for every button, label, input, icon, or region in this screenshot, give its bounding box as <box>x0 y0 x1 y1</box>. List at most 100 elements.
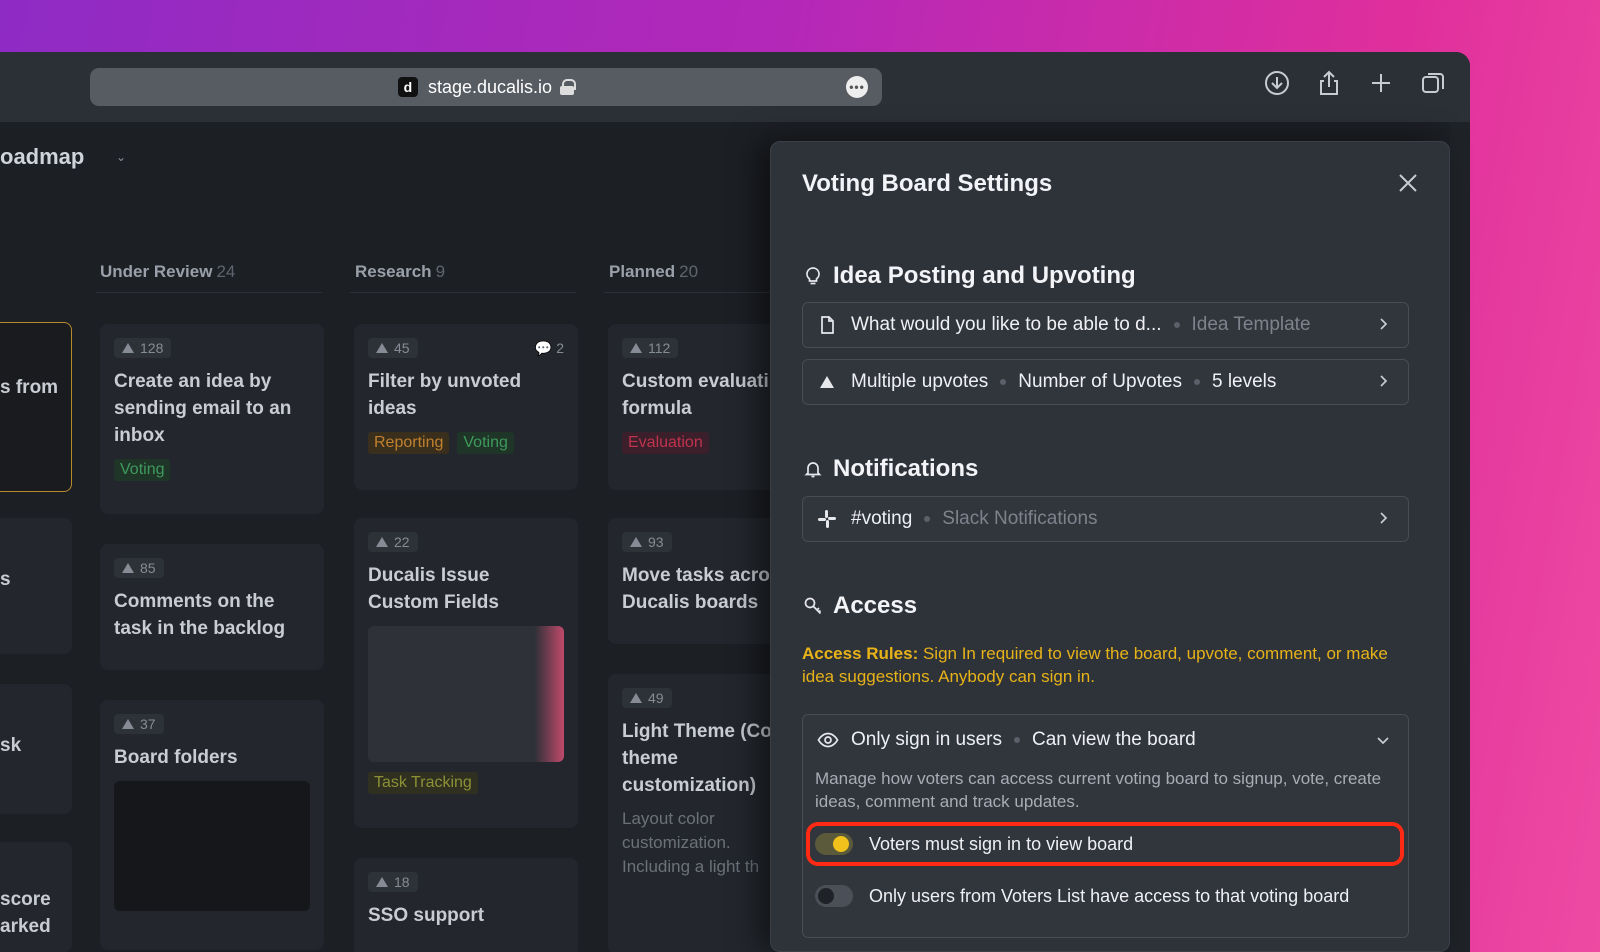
access-level-select[interactable]: Only sign in users Can view the board <box>817 725 1394 755</box>
select-label: Can view the board <box>1032 729 1196 750</box>
voters-list-only-toggle[interactable] <box>815 885 853 907</box>
tag: Evaluation <box>622 432 709 454</box>
chevron-down-icon[interactable]: ⌄ <box>116 150 126 164</box>
upvote-icon <box>122 563 134 573</box>
bell-icon <box>804 462 822 478</box>
comments-count: 💬 2 <box>534 340 564 356</box>
download-icon[interactable] <box>1264 70 1290 96</box>
chevron-right-icon <box>1380 318 1388 330</box>
card-title: Ducalis Issue Custom Fields <box>368 565 499 613</box>
chevron-down-icon <box>1377 737 1389 745</box>
upvote-badge[interactable]: 85 <box>114 558 164 578</box>
separator-dot <box>1014 737 1021 743</box>
separator-dot <box>1173 322 1180 328</box>
slack-notifications-row[interactable]: #voting Slack Notifications <box>802 496 1409 542</box>
eye-icon <box>817 732 839 748</box>
card-title: Comments on the task in the backlog <box>114 591 286 639</box>
upvote-icon <box>122 343 134 353</box>
column-divider <box>96 292 322 293</box>
access-settings-box: Only sign in users Can view the board Ma… <box>802 714 1409 938</box>
lightbulb-icon <box>806 267 820 285</box>
page-menu-button[interactable]: ••• <box>846 76 868 98</box>
idea-card[interactable]: 85 Comments on the task in the backlog <box>100 544 324 670</box>
tag: Voting <box>114 459 171 481</box>
idea-card[interactable]: 49 Light Theme (Co theme customization) … <box>608 674 778 952</box>
row-value: Multiple upvotes <box>851 371 989 392</box>
select-value: Only sign in users <box>851 729 1003 750</box>
tabs-icon[interactable] <box>1420 70 1446 96</box>
row-value: #voting <box>851 508 913 529</box>
address-bar[interactable]: d stage.ducalis.io ••• <box>90 68 882 106</box>
share-icon[interactable] <box>1316 70 1342 96</box>
card-image <box>114 781 310 911</box>
upvote-icon <box>376 537 388 547</box>
card-title: Board folders <box>114 747 238 768</box>
browser-toolbar: d stage.ducalis.io ••• <box>0 52 1470 122</box>
idea-card[interactable]: 128 Create an idea by sending email to a… <box>100 324 324 514</box>
idea-card[interactable]: 93 Move tasks acro Ducalis boards <box>608 518 778 644</box>
upvotes-row[interactable]: Multiple upvotes Number of Upvotes 5 lev… <box>802 359 1409 405</box>
card-partial-selected[interactable] <box>0 322 72 492</box>
column-under-review: Under Review 24 <box>100 262 236 281</box>
column-divider <box>350 292 576 293</box>
row-label: Idea Template <box>1191 314 1311 335</box>
card-title: Move tasks acro Ducalis boards <box>622 565 770 613</box>
favicon: d <box>397 77 418 97</box>
separator-dot <box>1193 379 1200 385</box>
row-label: Slack Notifications <box>942 508 1098 529</box>
toggle-label: Only users from Voters List have access … <box>869 885 1350 906</box>
board-title[interactable]: oadmap <box>0 144 84 170</box>
card-title: SSO support <box>368 905 485 926</box>
column-research: Research 9 <box>355 262 446 281</box>
separator-dot <box>924 516 931 522</box>
voting-board-settings-modal: Voting Board Settings Idea Posting and U… <box>770 141 1450 952</box>
card-title: Light Theme (Co theme customization) <box>622 721 772 796</box>
sign-in-required-toggle[interactable] <box>815 833 853 855</box>
idea-card[interactable]: 112 Custom evaluati formula Evaluation <box>608 324 778 490</box>
tag: Voting <box>457 432 514 454</box>
idea-card[interactable]: 37 Board folders <box>100 700 324 950</box>
upvote-icon <box>376 343 388 353</box>
upvote-icon <box>376 877 388 887</box>
modal-title: Voting Board Settings <box>802 170 1053 197</box>
upvote-badge[interactable]: 37 <box>114 714 164 734</box>
card-title: Custom evaluati formula <box>622 371 769 419</box>
row-value: What would you like to be able to d... <box>851 314 1162 335</box>
partial-card-text: score <box>0 889 51 910</box>
slack-icon <box>818 510 836 528</box>
upvote-icon <box>630 693 642 703</box>
new-tab-icon[interactable] <box>1368 70 1394 96</box>
url-text: stage.ducalis.io <box>427 76 553 97</box>
idea-card[interactable]: 18 SSO support <box>354 858 578 952</box>
upvote-badge[interactable]: 93 <box>622 532 672 552</box>
idea-card[interactable]: 45 💬 2 Filter by unvoted ideas Reporting… <box>354 324 578 490</box>
card-title: Filter by unvoted ideas <box>368 371 522 419</box>
section-notifications: Notifications <box>803 455 978 483</box>
toggle-row-voters-list: Only users from Voters List have access … <box>815 885 1349 907</box>
card-partial[interactable] <box>0 518 72 654</box>
close-icon[interactable] <box>1397 172 1419 194</box>
lock-icon <box>560 79 577 95</box>
background-panel <box>1450 122 1470 952</box>
upvote-badge[interactable]: 22 <box>368 532 418 552</box>
row-extra: 5 levels <box>1211 371 1277 392</box>
idea-template-row[interactable]: What would you like to be able to d... I… <box>802 302 1409 348</box>
upvote-badge[interactable]: 18 <box>368 872 418 892</box>
partial-card-text: arked <box>0 916 51 937</box>
access-description: Manage how voters can access current vot… <box>815 769 1382 811</box>
idea-card[interactable]: 22 Ducalis Issue Custom Fields Task Trac… <box>354 518 578 828</box>
upvote-badge[interactable]: 49 <box>622 688 672 708</box>
toggle-label: Voters must sign in to view board <box>869 833 1134 854</box>
upvote-badge[interactable]: 112 <box>622 338 679 358</box>
access-rules-text: Access Rules: Sign In required to view t… <box>802 644 1388 686</box>
separator-dot <box>1000 379 1007 385</box>
chevron-right-icon <box>1380 512 1388 524</box>
upvote-badge[interactable]: 128 <box>114 338 172 358</box>
tag: Task Tracking <box>368 772 478 794</box>
toggle-row-sign-in: Voters must sign in to view board <box>815 833 1133 855</box>
row-label: Number of Upvotes <box>1018 371 1182 392</box>
upvote-icon <box>630 343 642 353</box>
upvote-badge[interactable]: 45 <box>368 338 418 358</box>
column-planned: Planned 20 <box>609 262 699 281</box>
chevron-right-icon <box>1380 375 1388 387</box>
